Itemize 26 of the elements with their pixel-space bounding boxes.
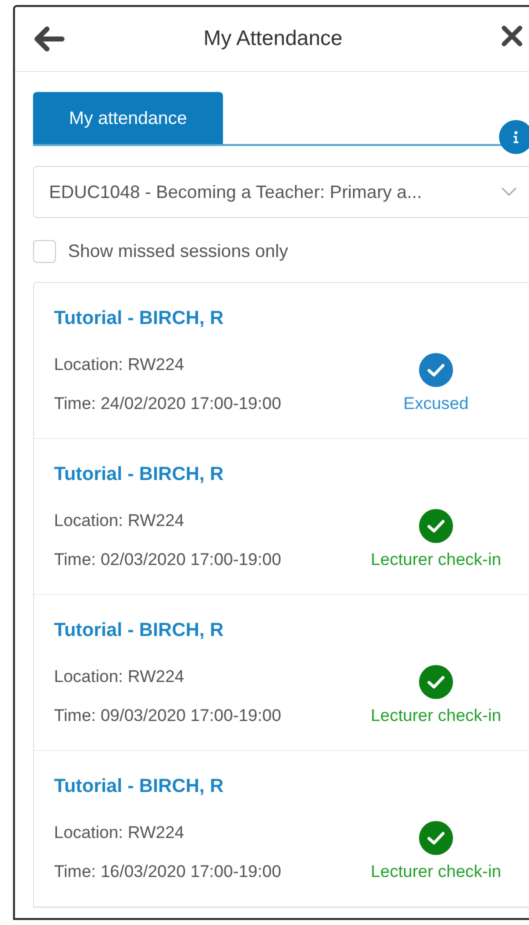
session-title[interactable]: Tutorial - BIRCH, R (54, 305, 514, 334)
module-dropdown[interactable]: EDUC1048 - Becoming a Teacher: Primary a... (33, 166, 529, 218)
tab[interactable]: My attendance (33, 92, 223, 144)
time-text: Time: 24/02/2020 17:00-19:00 (54, 393, 282, 415)
session-title[interactable]: Tutorial - BIRCH, R (54, 461, 514, 490)
dropdown-value: EDUC1048 - Becoming a Teacher: Primary a... (49, 180, 423, 204)
time-text: Time: 02/03/2020 17:00-19:00 (54, 549, 282, 571)
session-title[interactable]: Tutorial - BIRCH, R (54, 773, 514, 802)
location-text: Location: RW224 (54, 822, 186, 844)
location-text: Location: RW224 (54, 666, 186, 688)
status-text: Lecturer check-in (370, 861, 502, 883)
checkbox[interactable] (33, 240, 56, 262)
close-icon[interactable] (501, 25, 523, 47)
status-text: Lecturer check-in (370, 549, 502, 571)
window-title: My Attendance (202, 26, 344, 52)
location-text: Location: RW224 (54, 354, 186, 376)
session-title[interactable]: Tutorial - BIRCH, R (54, 617, 514, 646)
chevron-down-icon (501, 187, 517, 197)
checkbox-label: Show missed sessions only (68, 240, 288, 263)
back-icon[interactable] (33, 25, 65, 53)
status-text: Excused (403, 393, 469, 415)
time-text: Time: 09/03/2020 17:00-19:00 (54, 705, 282, 727)
status-text: Lecturer check-in (370, 705, 502, 727)
location-text: Location: RW224 (54, 510, 186, 532)
time-text: Time: 16/03/2020 17:00-19:00 (54, 861, 282, 883)
info-icon[interactable] (499, 120, 529, 154)
